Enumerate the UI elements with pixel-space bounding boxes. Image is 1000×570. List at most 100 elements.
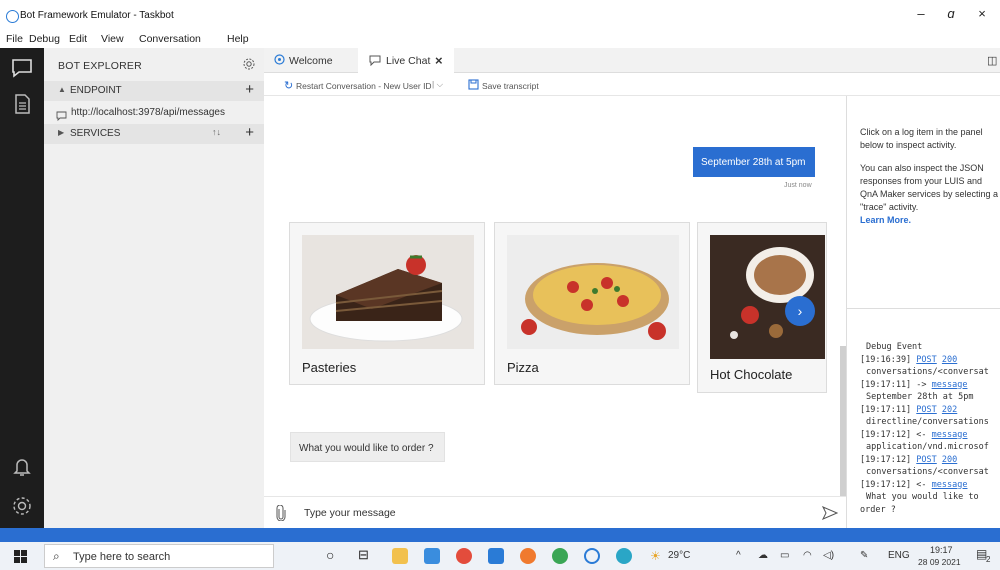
log-method-link[interactable]: message — [932, 430, 968, 440]
postman-icon[interactable] — [520, 548, 536, 564]
log-detail: order ? — [860, 504, 896, 515]
chat-transcript: September 28th at 5pm Just now Pasteries — [264, 96, 846, 496]
attachment-icon[interactable] — [276, 504, 286, 526]
menu-help[interactable]: Help — [227, 33, 249, 45]
explorer-title: BOT EXPLORER — [58, 60, 142, 72]
pen-icon[interactable]: ✎ — [860, 550, 868, 561]
taskbar-search-box[interactable]: ⌕ Type here to search — [44, 544, 274, 568]
message-timestamp: Just now — [784, 182, 812, 189]
sort-icon[interactable]: ↑↓ — [212, 127, 221, 137]
menu-view[interactable]: View — [101, 33, 124, 45]
document-icon[interactable] — [10, 92, 34, 116]
bot-explorer-panel: BOT EXPLORER ▲ ENDPOINT + http://localho… — [44, 48, 264, 528]
mail-icon[interactable] — [424, 548, 440, 564]
search-icon: ⌕ — [53, 549, 60, 563]
log-line: directline/conversations — [860, 416, 989, 429]
explorer-settings-icon[interactable] — [242, 57, 256, 76]
task-view-icon[interactable]: ⊟ — [358, 547, 369, 563]
close-tab-icon[interactable]: × — [435, 53, 443, 68]
log-method-link[interactable]: message — [932, 380, 968, 390]
tab-welcome[interactable]: Welcome — [264, 48, 358, 73]
services-section-header[interactable]: ▶ SERVICES ↑↓ + — [44, 124, 264, 144]
vscode-icon[interactable] — [488, 548, 504, 564]
log-time: [19:17:12] <- — [860, 479, 932, 490]
log-method-link[interactable]: message — [932, 480, 968, 490]
maximize-button[interactable]: ɑ — [941, 6, 961, 21]
save-transcript-button[interactable]: Save transcript — [482, 81, 539, 91]
inspector-hint-2: You can also inspect the JSON responses … — [860, 163, 999, 212]
chat-toolbar: ↻ Restart Conversation - New User ID | ⌵… — [264, 74, 1000, 96]
clock-date[interactable]: 28 09 2021 — [918, 557, 961, 567]
learn-more-link[interactable]: Learn More. — [860, 215, 911, 225]
menu-debug[interactable]: Debug — [29, 33, 60, 45]
send-icon[interactable] — [821, 506, 839, 525]
clock-time[interactable]: 19:17 — [930, 545, 953, 555]
welcome-icon — [274, 54, 285, 68]
file-explorer-icon[interactable] — [392, 548, 408, 564]
log-line[interactable]: [19:17:12] <- message — [860, 479, 967, 492]
close-window-button[interactable]: × — [972, 6, 992, 21]
cloud-icon[interactable]: ☁ — [758, 550, 768, 561]
menu-file[interactable]: File — [6, 33, 23, 45]
show-hidden-icons[interactable]: ^ — [736, 550, 741, 561]
menu-edit[interactable]: Edit — [69, 33, 87, 45]
app-green-icon[interactable] — [552, 548, 568, 564]
windows-start-icon[interactable] — [14, 550, 27, 568]
log-status-link[interactable]: 200 — [942, 355, 957, 365]
title-bar: Bot Framework Emulator - Taskbot – ɑ × — [0, 0, 1000, 32]
split-view-icon[interactable]: ◫ — [987, 54, 997, 67]
log-method-link[interactable]: POST — [916, 405, 936, 415]
log-detail: application/vnd.microsof — [866, 442, 989, 452]
hot-chocolate-image — [710, 235, 825, 359]
chrome-icon[interactable] — [456, 548, 472, 564]
menu-conversation[interactable]: Conversation — [139, 33, 201, 45]
activity-bar — [0, 48, 44, 528]
menu-bar: File Debug Edit View Conversation Help — [0, 32, 1000, 48]
log-line[interactable]: [19:16:39] POST 200 — [860, 354, 957, 367]
card-caption-pasteries: Pasteries — [302, 360, 357, 375]
weather-temperature[interactable]: 29°C — [668, 550, 690, 561]
log-detail: September 28th at 5pm — [866, 392, 974, 402]
log-line[interactable]: [19:17:12] <- message — [860, 429, 967, 442]
carousel-next-button[interactable]: › — [785, 296, 815, 326]
bot-emulator-taskbar-icon[interactable] — [584, 548, 600, 564]
tab-bar: Welcome Live Chat × ◫ — [264, 48, 1000, 74]
endpoint-section-header[interactable]: ▲ ENDPOINT + — [44, 81, 264, 101]
caret-right-icon: ▶ — [58, 128, 65, 137]
log-method-link[interactable]: POST — [916, 355, 936, 365]
chat-bubble-icon[interactable] — [10, 56, 34, 80]
wifi-icon[interactable]: ◠ — [803, 550, 812, 561]
services-label: SERVICES — [70, 128, 121, 139]
log-method-link[interactable]: POST — [916, 455, 936, 465]
log-status-link[interactable]: 200 — [942, 455, 957, 465]
endpoint-url[interactable]: http://localhost:3978/api/messages — [71, 107, 225, 118]
settings-gear-icon[interactable] — [10, 494, 34, 518]
tab-live-chat[interactable]: Live Chat × — [358, 48, 454, 74]
message-input[interactable]: Type your message — [304, 507, 396, 519]
add-service-button[interactable]: + — [245, 124, 254, 141]
bell-icon[interactable] — [10, 454, 34, 478]
battery-icon[interactable]: ▭ — [780, 550, 789, 561]
log-status-link[interactable]: 202 — [942, 405, 957, 415]
restart-conversation-button[interactable]: Restart Conversation - New User ID — [296, 81, 432, 91]
add-endpoint-button[interactable]: + — [245, 81, 254, 98]
bot-message-bubble[interactable]: What you would like to order ? — [290, 432, 445, 462]
hero-card-pizza[interactable]: Pizza — [494, 222, 690, 385]
log-line[interactable]: [19:17:11] POST 202 — [860, 404, 957, 417]
restart-dropdown-icon[interactable]: | ⌵ — [432, 79, 443, 90]
card-caption-pizza: Pizza — [507, 360, 539, 375]
language-indicator[interactable]: ENG — [888, 550, 910, 561]
save-icon — [468, 79, 480, 92]
log-detail: conversations/<conversat — [866, 367, 989, 377]
edge-icon[interactable] — [616, 548, 632, 564]
pizza-image — [507, 235, 679, 349]
user-message-bubble[interactable]: September 28th at 5pm — [693, 147, 815, 177]
minimize-button[interactable]: – — [911, 6, 931, 21]
hero-card-pasteries[interactable]: Pasteries — [289, 222, 485, 385]
volume-icon[interactable]: ◁) — [823, 550, 834, 561]
cortana-icon[interactable]: ○ — [326, 547, 334, 563]
endpoint-label: ENDPOINT — [70, 85, 122, 96]
log-line[interactable]: [19:17:11] -> message — [860, 379, 967, 392]
caret-down-icon: ▲ — [58, 85, 66, 94]
log-line[interactable]: [19:17:12] POST 200 — [860, 454, 957, 467]
